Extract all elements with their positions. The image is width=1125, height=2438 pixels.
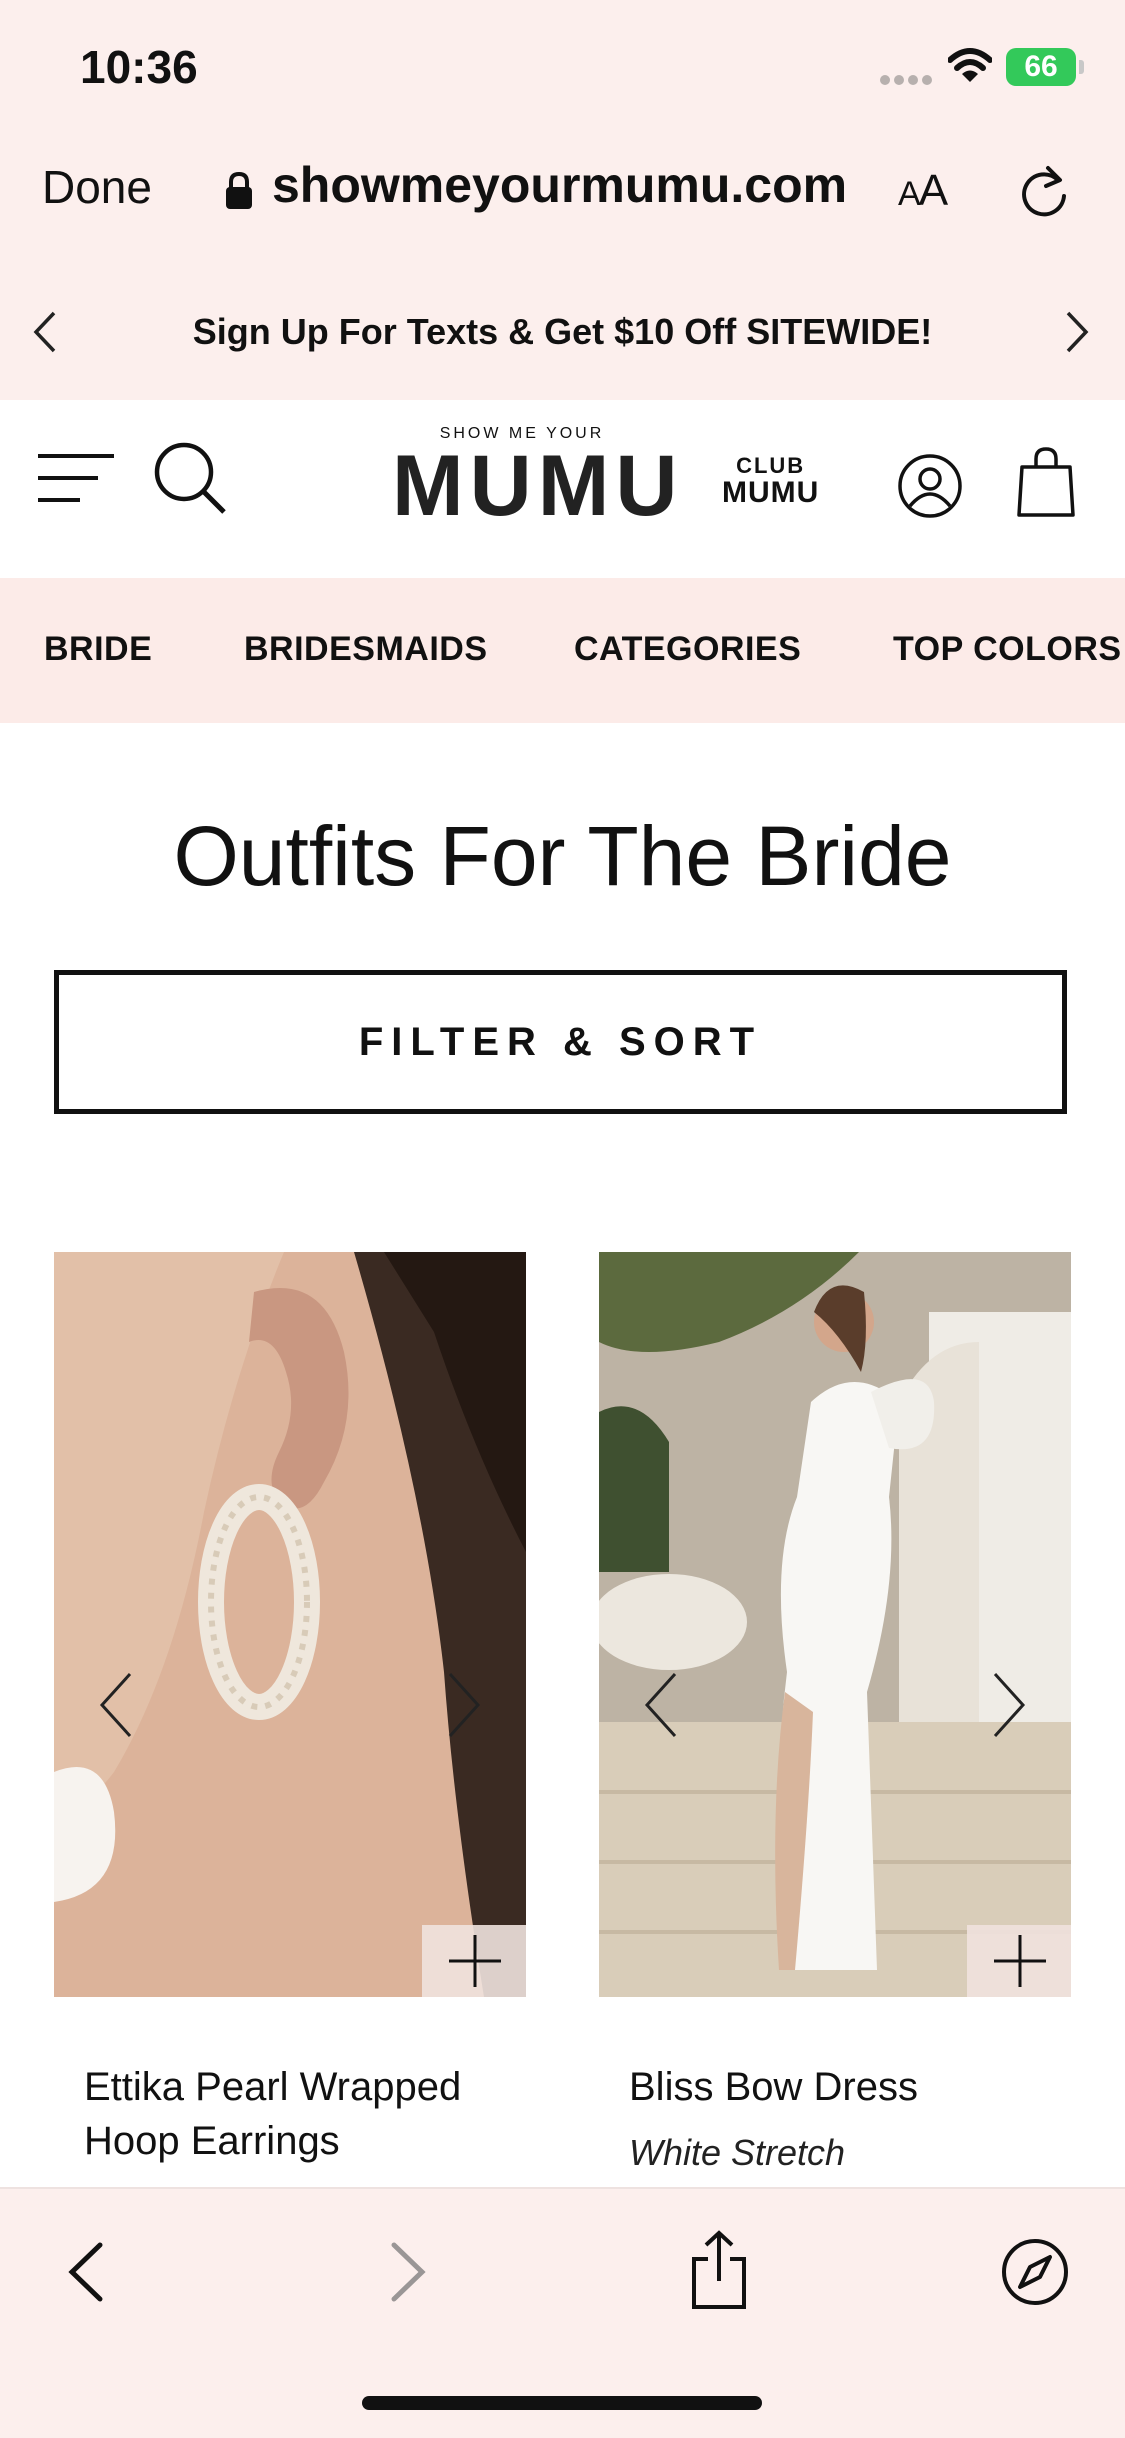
shopping-bag-icon[interactable] <box>1016 445 1076 519</box>
club-mumu-link[interactable]: CLUB MUMU <box>722 453 820 509</box>
home-indicator <box>362 2396 762 2410</box>
battery-icon: 66 <box>1006 48 1084 86</box>
earring-photo <box>54 1252 526 1997</box>
promo-text[interactable]: Sign Up For Texts & Get $10 Off SITEWIDE… <box>0 311 1125 353</box>
page-title: Outfits For The Bride <box>173 809 952 903</box>
product-image[interactable] <box>54 1252 526 1997</box>
image-next-icon[interactable] <box>444 1670 484 1740</box>
dress-photo <box>599 1252 1071 1997</box>
product-name[interactable]: Bliss Bow Dress <box>629 2060 1069 2114</box>
chevron-right-icon[interactable] <box>1062 309 1092 355</box>
product-color: White Stretch <box>629 2132 846 2173</box>
menu-icon[interactable] <box>36 450 116 510</box>
lock-icon <box>226 172 252 209</box>
nav-item-bride[interactable]: BRIDE <box>44 630 152 669</box>
back-icon[interactable] <box>64 2239 108 2305</box>
image-prev-icon[interactable] <box>641 1670 681 1740</box>
forward-icon[interactable] <box>386 2239 430 2305</box>
club-label-bottom: MUMU <box>722 476 820 509</box>
plus-icon <box>449 1935 501 1987</box>
product-image[interactable] <box>599 1252 1071 1997</box>
done-button[interactable]: Done <box>42 160 152 214</box>
site-header: SHOW ME YOUR MUMU CLUB MUMU <box>0 400 1125 578</box>
product-name[interactable]: Ettika Pearl Wrapped Hoop Earrings <box>84 2060 524 2168</box>
promo-banner: Sign Up For Texts & Get $10 Off SITEWIDE… <box>0 265 1125 400</box>
url-text[interactable]: showmeyourmumu.com <box>272 156 847 214</box>
product-card[interactable]: Bliss Bow Dress White Stretch <box>599 1252 1071 2173</box>
reload-icon[interactable] <box>1018 162 1072 222</box>
nav-item-categories[interactable]: CATEGORIES <box>574 630 801 669</box>
image-prev-icon[interactable] <box>96 1670 136 1740</box>
filter-sort-button[interactable]: FILTER & SORT <box>54 970 1067 1114</box>
wifi-icon <box>948 48 992 82</box>
quick-add-button[interactable] <box>967 1925 1071 1997</box>
search-icon[interactable] <box>152 440 228 516</box>
compass-icon[interactable] <box>1000 2237 1070 2307</box>
product-card[interactable]: Ettika Pearl Wrapped Hoop Earrings <box>54 1252 526 2163</box>
category-nav: BRIDE BRIDESMAIDS CATEGORIES TOP COLORS <box>0 578 1125 723</box>
status-bar: 10:36 66 <box>0 0 1125 130</box>
account-icon[interactable] <box>896 452 964 520</box>
browser-url-bar: Done showmeyourmumu.com AA <box>0 130 1125 267</box>
logo-wordmark: MUMU <box>392 438 684 534</box>
share-icon[interactable] <box>688 2229 750 2311</box>
quick-add-button[interactable] <box>422 1925 526 1997</box>
site-logo[interactable]: SHOW ME YOUR MUMU <box>392 425 684 534</box>
nav-item-top-colors[interactable]: TOP COLORS <box>893 630 1122 669</box>
nav-item-bridesmaids[interactable]: BRIDESMAIDS <box>244 630 488 669</box>
status-time: 10:36 <box>80 41 198 93</box>
plus-icon <box>994 1935 1046 1987</box>
text-size-button[interactable]: AA <box>898 166 948 216</box>
image-next-icon[interactable] <box>989 1670 1029 1740</box>
cellular-signal-icon <box>880 72 936 86</box>
